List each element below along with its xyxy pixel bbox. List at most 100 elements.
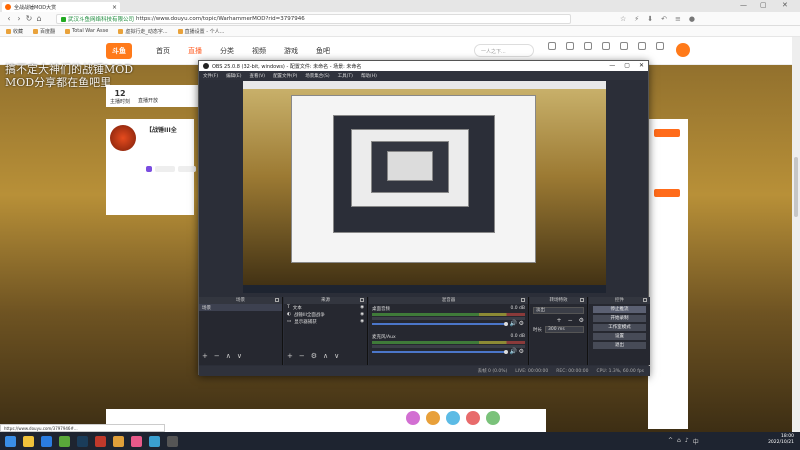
settings-button[interactable]: 设置 (593, 333, 646, 340)
gift-icon[interactable] (466, 411, 480, 425)
header-icon[interactable] (566, 42, 574, 51)
remove-source-icon[interactable]: − (299, 352, 305, 360)
scene-item[interactable]: 场景 (199, 304, 282, 311)
minimize-icon[interactable]: — (740, 1, 747, 9)
scroll-thumb[interactable] (794, 157, 798, 217)
header-icon[interactable] (656, 42, 664, 51)
extension-icon[interactable]: ⚡ (634, 15, 639, 23)
tab-close-icon[interactable]: × (112, 4, 117, 11)
menu-view[interactable]: 查看(V) (249, 73, 265, 79)
source-settings-icon[interactable]: ⚙ (311, 352, 317, 360)
chip[interactable] (146, 166, 152, 172)
header-icon[interactable] (620, 42, 628, 51)
app-icon[interactable] (113, 435, 124, 447)
explorer-icon[interactable] (23, 435, 34, 447)
bookmark-item[interactable]: Total War Asse (65, 28, 108, 34)
browser-taskbar-icon[interactable] (149, 435, 160, 447)
user-avatar[interactable] (676, 43, 690, 57)
add-scene-icon[interactable]: + (202, 352, 208, 360)
visibility-icon[interactable]: ◉ (360, 319, 364, 324)
maximize-icon[interactable]: ▢ (760, 1, 767, 9)
user-icon[interactable]: ● (689, 15, 695, 23)
url-input[interactable]: 武汉斗鱼网络科技有限公司 https://www.douyu.com/topic… (56, 14, 571, 24)
subnav-item[interactable]: 直播开放 (138, 89, 158, 104)
menu-icon[interactable]: ≡ (675, 15, 681, 23)
gift-icon[interactable] (446, 411, 460, 425)
bookmark-item[interactable]: 收藏 (6, 28, 23, 35)
volume-slider[interactable]: 🔊 ⚙ (372, 348, 525, 355)
nav-video[interactable]: 视频 (252, 46, 266, 56)
bookmark-item[interactable]: 直播设置 - 个人... (177, 28, 224, 35)
bookmark-item[interactable]: 虚拟行走_动态字... (118, 28, 168, 35)
remove-transition-icon[interactable]: − (568, 317, 573, 324)
source-item[interactable]: ◐ 战锤III全面战争 ◉ (284, 311, 367, 318)
visibility-icon[interactable]: ◉ (360, 305, 364, 310)
move-down-icon[interactable]: ∨ (237, 352, 242, 360)
close-window-icon[interactable]: ✕ (782, 1, 788, 9)
subnav-item[interactable]: 12 主播时刻 (110, 89, 130, 105)
chip[interactable] (155, 166, 175, 172)
header-icon[interactable] (584, 42, 592, 51)
site-search-input[interactable]: 一人之下... (474, 44, 534, 57)
undo-icon[interactable]: ↶ (661, 15, 667, 23)
obs-taskbar-icon[interactable] (167, 435, 178, 447)
menu-help[interactable]: 帮助(H) (361, 73, 377, 79)
source-item[interactable]: ▭ 显示器捕获 ◉ (284, 318, 367, 325)
app-icon[interactable] (131, 435, 142, 447)
steam-icon[interactable] (77, 435, 88, 447)
ime-icon[interactable]: 中 (693, 437, 699, 446)
back-icon[interactable]: ‹ (4, 14, 14, 23)
nav-yuba[interactable]: 鱼吧 (316, 46, 330, 56)
stop-streaming-button[interactable]: 停止推流 (593, 306, 646, 313)
app-icon[interactable] (95, 435, 106, 447)
add-source-icon[interactable]: + (287, 352, 293, 360)
header-icon[interactable] (548, 42, 556, 51)
page-scrollbar[interactable] (792, 37, 800, 432)
obs-preview[interactable] (243, 81, 606, 293)
volume-icon[interactable]: ♪ (685, 437, 689, 446)
gift-icon[interactable] (426, 411, 440, 425)
header-icon[interactable] (602, 42, 610, 51)
follow-button[interactable] (654, 189, 680, 197)
gift-icon[interactable] (406, 411, 420, 425)
move-up-icon[interactable]: ∧ (323, 352, 328, 360)
header-icon[interactable] (638, 42, 646, 51)
taskbar-clock[interactable]: 18:00 2022/10/21 (768, 434, 794, 446)
nav-game[interactable]: 游戏 (284, 46, 298, 56)
speaker-icon[interactable]: 🔊 (510, 320, 517, 327)
start-icon[interactable] (5, 435, 16, 447)
chip[interactable] (178, 166, 196, 172)
track-settings-icon[interactable]: ⚙ (519, 348, 524, 355)
duration-input[interactable]: 300 ms (545, 326, 584, 333)
menu-profile[interactable]: 配置文件(P) (273, 73, 297, 79)
track-settings-icon[interactable]: ⚙ (519, 320, 524, 327)
source-item[interactable]: T 文本 ◉ (284, 304, 367, 311)
network-icon[interactable]: ⌂ (677, 437, 681, 446)
exit-button[interactable]: 退出 (593, 342, 646, 349)
gift-icon[interactable] (486, 411, 500, 425)
app-icon[interactable] (59, 435, 70, 447)
nav-category[interactable]: 分类 (220, 46, 234, 56)
transition-settings-icon[interactable]: ⚙ (579, 317, 584, 324)
menu-edit[interactable]: 编辑(E) (226, 73, 241, 79)
transition-select[interactable]: 淡出 (533, 307, 584, 314)
forward-icon[interactable]: › (14, 14, 24, 23)
rank-badge[interactable] (654, 129, 680, 137)
obs-maximize-icon[interactable]: ▢ (624, 62, 630, 69)
download-icon[interactable]: ⬇ (647, 15, 653, 23)
visibility-icon[interactable]: ◉ (360, 312, 364, 317)
obs-close-icon[interactable]: ✕ (639, 62, 644, 69)
tray-arrow-icon[interactable]: ^ (668, 437, 673, 446)
menu-tools[interactable]: 工具(T) (338, 73, 353, 79)
douyu-logo[interactable]: 斗鱼 (106, 43, 132, 59)
edge-icon[interactable] (41, 435, 52, 447)
refresh-icon[interactable]: ↻ (24, 14, 34, 23)
speaker-icon[interactable]: 🔊 (510, 348, 517, 355)
move-up-icon[interactable]: ∧ (226, 352, 231, 360)
volume-slider[interactable]: 🔊 ⚙ (372, 320, 525, 327)
bookmark-item[interactable]: 百度翻 (33, 28, 55, 35)
start-recording-button[interactable]: 开始录制 (593, 315, 646, 322)
menu-file[interactable]: 文件(F) (203, 73, 218, 79)
move-down-icon[interactable]: ∨ (334, 352, 339, 360)
browser-tab[interactable]: 全战战锤MOD大赏 × (2, 2, 120, 12)
